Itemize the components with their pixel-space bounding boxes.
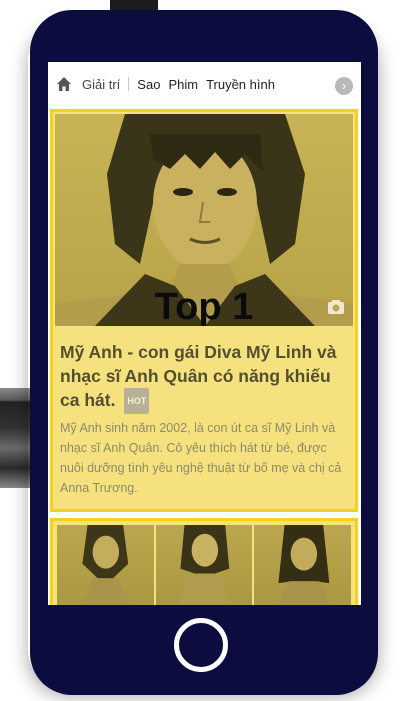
nav-item-truyen-hinh[interactable]: Truyền hình <box>206 77 275 92</box>
nav-item-phim[interactable]: Phim <box>168 77 198 92</box>
nav-separator <box>128 77 130 91</box>
nav-item-giai-tri[interactable]: Giải trí <box>82 77 120 92</box>
phone-screen: Giải trí Sao Phim Truyền hình › Top 1 Mỹ… <box>48 62 361 605</box>
article-title[interactable]: Mỹ Anh - con gái Diva Mỹ Linh và nhạc sĩ… <box>60 340 349 415</box>
thumbnail-image[interactable] <box>155 525 253 605</box>
rank-label: Top 1 <box>154 286 254 326</box>
thumbnail-image[interactable] <box>57 525 154 605</box>
category-nav: Giải trí Sao Phim Truyền hình › <box>48 62 361 106</box>
article-hero-image[interactable]: Top 1 <box>55 114 353 326</box>
camera-icon <box>328 300 344 314</box>
article-card[interactable]: Top 1 Mỹ Anh - con gái Diva Mỹ Linh và n… <box>50 109 358 512</box>
thumbnail-image[interactable] <box>254 525 352 605</box>
home-button[interactable] <box>174 618 228 672</box>
portrait-thumb <box>82 525 131 605</box>
portrait-thumb <box>176 525 232 605</box>
chevron-right-icon[interactable]: › <box>335 77 353 95</box>
article-summary: Mỹ Anh sinh năm 2002, là con út ca sĩ Mỹ… <box>60 421 342 495</box>
thumbnail-strip <box>57 525 352 605</box>
portrait-thumb <box>278 525 331 605</box>
hot-badge: HOT <box>124 388 150 415</box>
article-title-text[interactable]: Mỹ Anh - con gái Diva Mỹ Linh và nhạc sĩ… <box>60 342 336 410</box>
nav-item-sao[interactable]: Sao <box>137 77 160 92</box>
home-icon[interactable] <box>56 76 72 92</box>
article-card-2[interactable] <box>50 518 358 605</box>
